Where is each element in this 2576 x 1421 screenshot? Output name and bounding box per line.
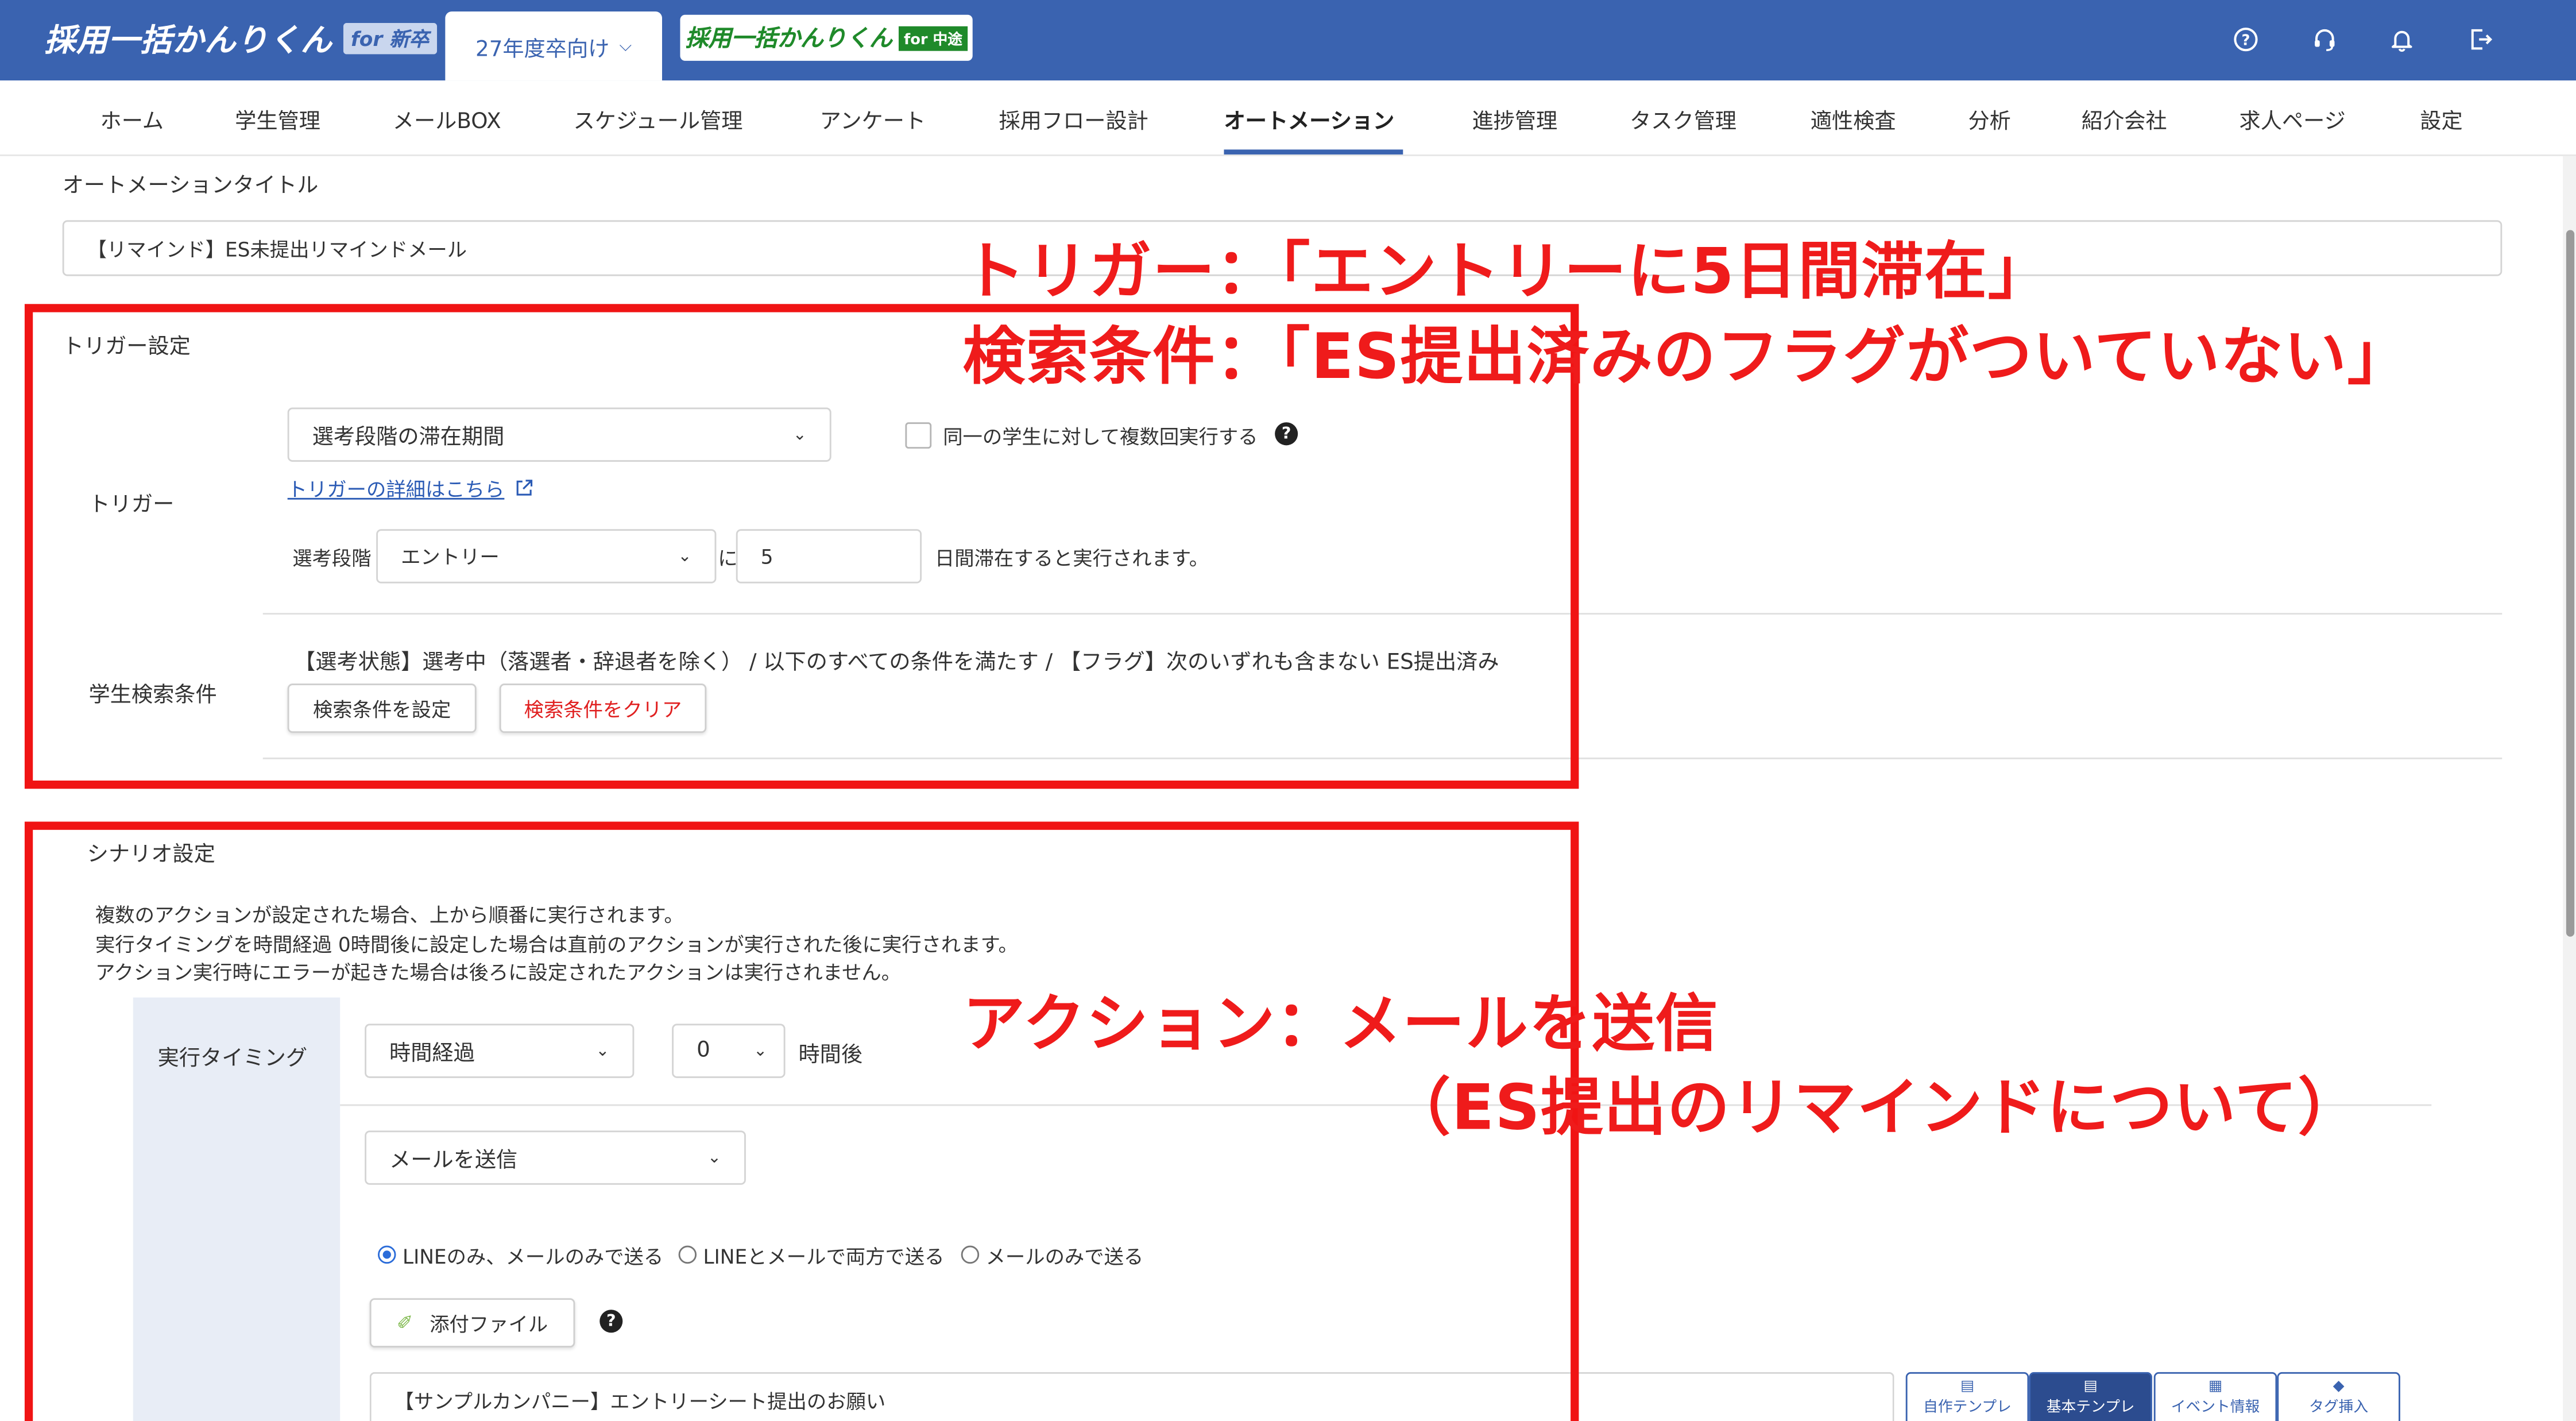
basic-template-label: 基本テンプレ — [2046, 1400, 2135, 1417]
nav-item-job-page[interactable]: 求人ページ — [2240, 103, 2346, 135]
document-icon: ▤ — [1960, 1378, 1975, 1395]
action-annotation-text: アクション：メールを送信 — [962, 987, 1719, 1060]
brand-logo-sub: for 新卒 — [342, 22, 438, 53]
main-nav: ホーム 学生管理 メールBOX スケジュール管理 アンケート 採用フロー設計 オ… — [0, 80, 2576, 156]
nav-item-analysis[interactable]: 分析 — [1968, 103, 2010, 135]
nav-item-students[interactable]: 学生管理 — [235, 103, 320, 135]
nav-item-home[interactable]: ホーム — [100, 103, 164, 135]
event-info-label: イベント情報 — [2171, 1400, 2260, 1417]
nav-item-aptitude[interactable]: 適性検査 — [1811, 103, 1896, 135]
brand-logo-text: 採用一括かんりくん — [44, 22, 333, 59]
nav-active-indicator — [1224, 149, 1403, 155]
custom-template-button[interactable]: ▤ 自作テンプレ — [1905, 1372, 2029, 1421]
nav-item-settings[interactable]: 設定 — [2420, 103, 2462, 135]
document-icon: ▤ — [2083, 1378, 2098, 1395]
automation-title-label: オートメーションタイトル — [62, 174, 319, 199]
trigger-annotation-text: トリガー：「エントリーに5日間滞在」 — [962, 235, 2051, 308]
year-selector[interactable]: 27年度卒向け ⌵ — [445, 11, 662, 81]
logout-icon[interactable] — [2465, 23, 2497, 56]
headset-icon[interactable] — [2308, 23, 2341, 56]
year-selector-label: 27年度卒向け — [475, 37, 610, 62]
nav-item-flow-design[interactable]: 採用フロー設計 — [999, 103, 1148, 135]
help-circle-icon[interactable]: ? — [2229, 23, 2262, 56]
basic-template-button[interactable]: ▤ 基本テンプレ — [2029, 1372, 2152, 1421]
custom-template-label: 自作テンプレ — [1923, 1400, 2012, 1417]
insert-tag-button[interactable]: ◆ タグ挿入 — [2277, 1372, 2400, 1421]
nav-item-agencies[interactable]: 紹介会社 — [2082, 103, 2167, 135]
chevron-down-icon: ⌵ — [619, 37, 632, 55]
top-header: 採用一括かんりくん for 新卒 27年度卒向け ⌵ 採用一括かんりくん for… — [0, 0, 2576, 81]
page-scrollbar-thumb[interactable] — [2566, 230, 2575, 937]
nav-item-progress[interactable]: 進捗管理 — [1472, 103, 1557, 135]
nav-item-tasks[interactable]: タスク管理 — [1630, 103, 1736, 135]
mid-career-switch[interactable]: 採用一括かんりくん for 中途 — [680, 14, 973, 61]
automation-edit-screen: 採用一括かんりくん for 新卒 27年度卒向け ⌵ 採用一括かんりくん for… — [0, 0, 2576, 1421]
tag-icon: ◆ — [2333, 1378, 2345, 1395]
nav-item-survey[interactable]: アンケート — [820, 103, 926, 135]
mid-career-logo-text: 採用一括かんりくん — [685, 26, 892, 53]
nav-item-automation[interactable]: オートメーション — [1224, 103, 1394, 135]
action-annotation-subtext: （ES提出のリマインドについて） — [1388, 1071, 2361, 1144]
svg-text:?: ? — [2242, 32, 2250, 49]
scenario-annotation-box — [24, 821, 1579, 1421]
brand-logo[interactable]: 採用一括かんりくん for 新卒 — [44, 18, 438, 59]
nav-item-schedule[interactable]: スケジュール管理 — [573, 103, 742, 135]
bell-icon[interactable] — [2385, 23, 2418, 56]
mid-career-logo-sub: for 中途 — [899, 25, 968, 51]
nav-item-mailbox[interactable]: メールBOX — [393, 103, 501, 135]
automation-title-value: 【リマインド】ES未提出リマインドメール — [87, 237, 467, 261]
search-annotation-text: 検索条件：「ES提出済みのフラグがついていない」 — [962, 320, 2411, 393]
calendar-icon: ▦ — [2208, 1378, 2223, 1395]
insert-tag-label: タグ挿入 — [2309, 1400, 2369, 1417]
event-info-button[interactable]: ▦ イベント情報 — [2153, 1372, 2277, 1421]
